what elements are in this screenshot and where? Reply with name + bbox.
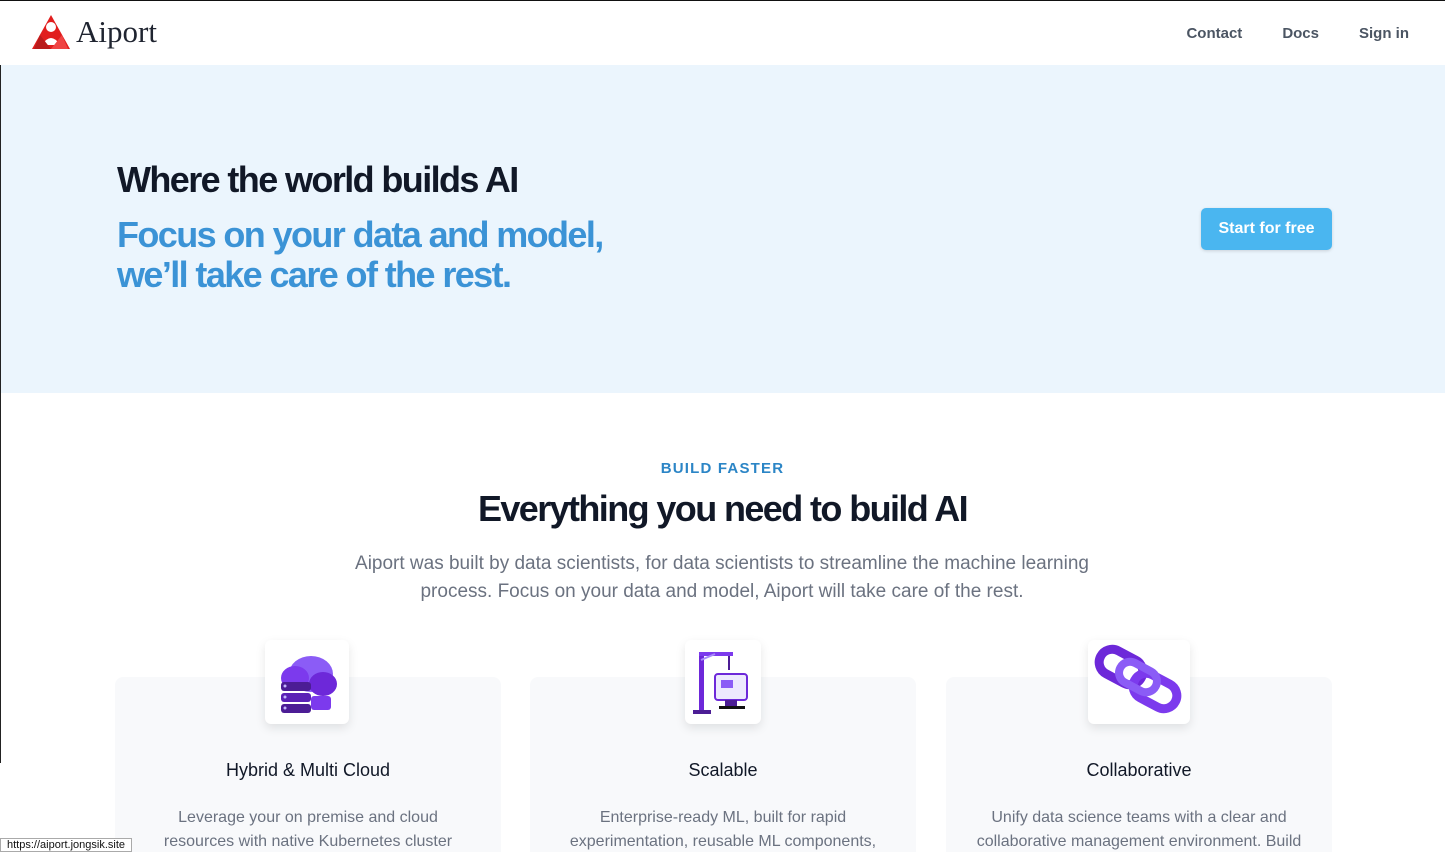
logo-icon (32, 15, 70, 49)
feature-icon-box (1088, 640, 1190, 724)
nav-contact-link[interactable]: Contact (1186, 25, 1242, 42)
feature-icon-box (685, 640, 761, 724)
feature-card-description-line-2: collaborative management environment. Bu… (976, 833, 1302, 850)
hero-title: Where the world builds AI (117, 159, 519, 200)
features-title: Everything you need to build AI (477, 488, 969, 529)
hero-subtitle: Focus on your data and model, we’ll take… (117, 215, 717, 295)
window-edge (0, 393, 1, 763)
feature-card-description-line-1: Enterprise-ready ML, built for rapid (599, 809, 847, 826)
feature-card-description: Unify data science teams with a clear an… (946, 806, 1332, 852)
feature-card-title: Scalable (688, 760, 758, 780)
feature-card-title: Collaborative (1086, 760, 1192, 780)
nav-docs-link[interactable]: Docs (1282, 25, 1319, 42)
feature-card-description: Leverage your on premise and cloud resou… (115, 806, 501, 852)
hero-subtitle-line-2: we’ll take care of the rest. (117, 254, 512, 295)
feature-card-description-line-2: resources with native Kubernetes cluster (163, 833, 453, 850)
brand-logo[interactable]: Aiport (32, 15, 157, 49)
features-eyebrow: BUILD FASTER (660, 460, 785, 477)
chain-link-icon (1094, 644, 1182, 714)
hero-subtitle-line-1: Focus on your data and model, (117, 214, 604, 255)
nav-sign-in-link[interactable]: Sign in (1359, 25, 1409, 42)
feature-card-description: Enterprise-ready ML, built for rapid exp… (530, 806, 916, 852)
start-for-free-button[interactable]: Start for free (1201, 208, 1332, 250)
feature-icon-box (265, 640, 349, 724)
feature-card-description-line-2: experimentation, reusable ML components, (569, 833, 877, 850)
features-description: Aiport was built by data scientists, for… (322, 550, 1122, 606)
hero-section: Where the world builds AI Focus on your … (0, 65, 1445, 393)
top-nav: Contact Docs Sign in (1146, 25, 1409, 42)
crane-monitor-icon (693, 652, 748, 714)
feature-card-description-line-1: Leverage your on premise and cloud (178, 809, 438, 826)
feature-card-title: Hybrid & Multi Cloud (225, 760, 391, 780)
features-description-line-2: process. Focus on your data and model, A… (420, 581, 1024, 602)
link-status-bar: https://aiport.jongsik.site (0, 838, 133, 852)
site-header: Aiport Contact Docs Sign in (0, 0, 1445, 65)
feature-card-description-line-1: Unify data science teams with a clear an… (991, 809, 1287, 826)
brand-name: Aiport (76, 14, 157, 49)
features-description-line-1: Aiport was built by data scientists, for… (355, 553, 1089, 574)
cloud-server-icon (281, 656, 337, 713)
